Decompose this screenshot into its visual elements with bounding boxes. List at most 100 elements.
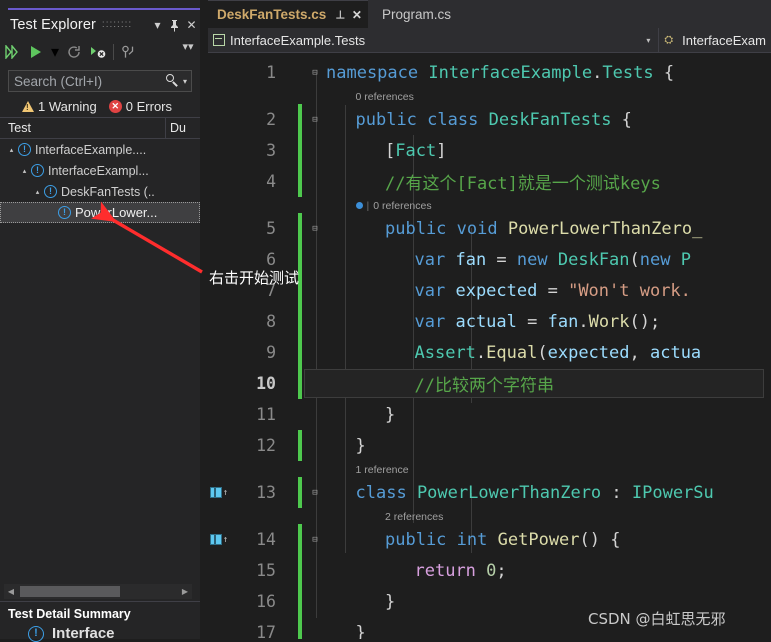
scroll-left-icon[interactable]: ◀	[4, 587, 18, 596]
code-token: //比较两个字符串	[414, 376, 554, 396]
search-input[interactable]: Search (Ctrl+I) ▾	[8, 70, 192, 92]
test-tree-hscrollbar[interactable]: ◀ ▶	[4, 584, 192, 599]
code-line-text: var expected = "Won't work.	[415, 275, 691, 306]
run-dropdown-icon[interactable]: ▾	[48, 39, 62, 65]
test-tree-node-2[interactable]: ▴ ! DeskFanTests (..	[0, 181, 200, 202]
code-token: .	[578, 311, 589, 332]
search-dropdown-icon[interactable]: ▾	[182, 77, 191, 86]
warning-icon	[22, 100, 34, 112]
chevron-down-icon[interactable]: ▾	[149, 15, 166, 35]
run-all-tests-icon[interactable]	[0, 39, 24, 65]
change-indicator	[298, 57, 302, 88]
expander-icon[interactable]: ▴	[6, 146, 17, 154]
code-token: return	[414, 560, 476, 581]
close-icon[interactable]: ✕	[352, 8, 362, 22]
fold-toggle-icon[interactable]: ⊟	[308, 477, 322, 508]
run-tests-icon[interactable]	[24, 39, 48, 65]
scroll-right-icon[interactable]: ▶	[178, 587, 192, 596]
code-line[interactable]: ↑ 14 ⊟ public int GetPower() {	[208, 524, 771, 555]
column-header-test[interactable]: Test	[0, 121, 165, 135]
change-indicator	[298, 135, 302, 166]
line-number: 15	[256, 561, 276, 580]
code-line[interactable]: 9 Assert. Equal(expected, actua	[208, 337, 771, 368]
test-tree-node-0[interactable]: ▴ ! InterfaceExample....	[0, 139, 200, 160]
inheritance-margin-icon[interactable]: ↑	[209, 534, 228, 545]
code-line[interactable]: 8 var actual = fan. Work ();	[208, 306, 771, 337]
scrollbar-thumb[interactable]	[20, 586, 120, 597]
code-token: Assert	[414, 342, 476, 363]
code-token: [	[385, 140, 396, 161]
panel-splitter[interactable]	[200, 0, 208, 639]
line-number: 9	[266, 343, 276, 362]
code-line-text: Assert. Equal(expected, actua	[415, 337, 702, 368]
code-token: int	[456, 529, 488, 550]
stop-test-run-icon[interactable]	[86, 39, 110, 65]
tab-label: Program.cs	[381, 6, 451, 22]
drag-handle-dots[interactable]: ::::::::	[102, 21, 136, 29]
project-icon	[213, 34, 225, 46]
change-indicator	[298, 104, 302, 135]
code-line-text: }	[385, 586, 395, 617]
code-line[interactable]: 2 ⊟ public class DeskFanTests {	[208, 104, 771, 135]
codelens-reference-count[interactable]: | 0 references	[355, 198, 432, 213]
tab-label: DeskFanTests.cs	[217, 7, 327, 22]
line-number: 1	[266, 63, 276, 82]
fold-toggle-icon[interactable]: ⊟	[308, 57, 322, 88]
codelens-reference-count[interactable]: 2 references	[385, 509, 443, 524]
navbar-type-dropdown[interactable]: ⛭ InterfaceExam	[659, 28, 771, 52]
expander-icon[interactable]: ▴	[32, 188, 43, 196]
pin-icon[interactable]: ⊣	[334, 10, 347, 20]
chevron-down-icon[interactable]: ▾	[646, 36, 653, 45]
tab-program-cs[interactable]: Program.cs	[367, 0, 465, 28]
code-surface[interactable]: 1 ⊟ namespace InterfaceExample. Tests {0 re…	[208, 53, 771, 639]
code-line[interactable]: ↑ 13 ⊟ class PowerLowerThanZero : IPowerSu	[208, 477, 771, 508]
test-tree-node-powerlower[interactable]: ! PowerLower...	[0, 202, 200, 223]
codelens-reference-count[interactable]: 1 reference	[356, 462, 409, 477]
fold-toggle-icon[interactable]: ⊟	[308, 104, 322, 135]
fold-toggle-icon[interactable]: ⊟	[308, 524, 322, 555]
codelens-reference-count[interactable]: 0 references	[356, 89, 414, 104]
code-line-text: //有这个[Fact]就是一个测试keys	[385, 166, 661, 197]
code-line-text: }	[356, 617, 366, 640]
code-line[interactable]: 12}	[208, 430, 771, 461]
code-token: }	[355, 435, 366, 456]
repeat-last-run-icon[interactable]	[62, 39, 86, 65]
test-detail-row[interactable]: ! Interface	[0, 625, 200, 642]
code-token: InterfaceExample	[428, 62, 593, 83]
change-indicator	[298, 368, 302, 399]
code-line[interactable]: 15 return 0;	[208, 555, 771, 586]
glyph-margin[interactable]: ↑	[208, 477, 230, 508]
group-by-icon[interactable]	[117, 39, 141, 65]
fold-toggle-icon[interactable]: ⊟	[308, 213, 322, 244]
code-line[interactable]: 4 //有这个[Fact]就是一个测试keys	[208, 166, 771, 197]
navbar-project-dropdown[interactable]: InterfaceExample.Tests ▾	[208, 28, 660, 52]
error-icon: ✕	[108, 99, 122, 113]
code-token: () {	[579, 529, 621, 550]
code-token: var	[414, 311, 446, 332]
test-tree-node-1[interactable]: ▴ ! InterfaceExampl...	[0, 160, 200, 181]
toolbar-overflow-icon[interactable]: ▾▾	[176, 38, 200, 66]
change-indicator	[298, 477, 302, 508]
pin-icon[interactable]	[166, 15, 183, 35]
code-line[interactable]: 10 //比较两个字符串	[208, 368, 771, 399]
tab-deskfantests-cs[interactable]: DeskFanTests.cs ⊣ ✕	[208, 0, 368, 28]
search-icon[interactable]	[165, 74, 180, 88]
code-token: void	[456, 218, 498, 239]
code-line[interactable]: 1 ⊟ namespace InterfaceExample. Tests {	[208, 57, 771, 88]
code-line[interactable]: 5 ⊟ public void PowerLowerThanZero_	[208, 213, 771, 244]
column-header-duration[interactable]: Du	[165, 118, 200, 138]
code-line[interactable]: 3 [Fact]	[208, 135, 771, 166]
close-icon[interactable]: ✕	[183, 15, 200, 35]
test-detail-name: Interface	[52, 625, 115, 642]
inheritance-margin-icon[interactable]: ↑	[209, 487, 228, 498]
line-number: 4	[266, 172, 276, 191]
code-line[interactable]: 11}	[208, 399, 771, 430]
watermark-text: CSDN @白虹思无邪	[588, 610, 726, 628]
glyph-margin[interactable]: ↑	[208, 524, 230, 555]
expander-icon[interactable]: ▴	[19, 167, 30, 175]
change-indicator	[298, 337, 302, 368]
code-line-text: var fan = new DeskFan(new P	[415, 244, 692, 275]
